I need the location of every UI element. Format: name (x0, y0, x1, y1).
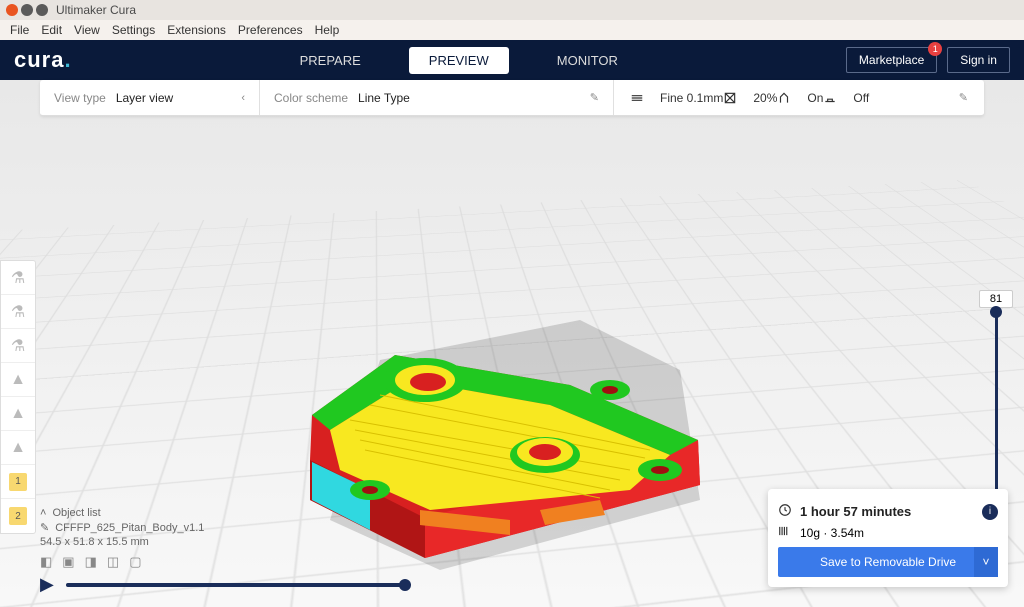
tool-flask-2-icon[interactable]: ⚗ (1, 295, 35, 329)
object-dimensions: 54.5 x 51.8 x 15.5 mm (40, 536, 744, 548)
simulation-timeline[interactable] (66, 583, 406, 587)
close-window-button[interactable] (6, 4, 18, 16)
window-title: Ultimaker Cura (56, 3, 136, 17)
infill-icon (723, 91, 737, 105)
view-solid-icon[interactable]: ◧ (40, 554, 52, 570)
info-icon[interactable]: i (982, 504, 998, 520)
menu-settings[interactable]: Settings (112, 23, 155, 37)
menu-view[interactable]: View (74, 23, 100, 37)
tab-preview[interactable]: PREVIEW (409, 47, 509, 74)
object-list-item[interactable]: ✎ CFFFP_625_Pitan_Body_v1.1 (40, 521, 744, 534)
bottom-bar: ˄ Object list ✎ CFFFP_625_Pitan_Body_v1.… (40, 505, 744, 595)
layer-slider-top-handle[interactable] (990, 306, 1002, 318)
minimize-window-button[interactable] (21, 4, 33, 16)
preview-toolbar: View type Layer view ‹ Color scheme Line… (40, 80, 984, 116)
left-tool-dock: ⚗ ⚗ ⚗ ▲ ▲ ▲ 1 2 (0, 260, 36, 534)
menu-help[interactable]: Help (315, 23, 340, 37)
adhesion-icon (823, 91, 837, 105)
layers-icon (630, 91, 644, 105)
pencil-icon: ✎ (40, 521, 49, 534)
warning-badge-2[interactable]: 2 (1, 499, 35, 533)
view-left-icon[interactable]: ◫ (107, 554, 119, 570)
support-icon (777, 91, 791, 105)
play-simulation-button[interactable]: ▶ (40, 574, 54, 595)
menu-preferences[interactable]: Preferences (238, 23, 303, 37)
colorscheme-dropdown[interactable]: Color scheme Line Type ✎ (260, 80, 614, 115)
print-summary-panel: 1 hour 57 minutes i 10g · 3.54m Save to … (768, 489, 1008, 587)
cura-logo: cura. (14, 47, 72, 73)
save-dropdown-chevron-icon[interactable]: ˅ (974, 547, 998, 577)
pencil-icon: ✎ (590, 91, 599, 104)
tab-prepare[interactable]: PREPARE (280, 47, 381, 74)
tool-model-1-icon[interactable]: ▲ (1, 363, 35, 397)
print-settings-summary[interactable]: Fine 0.1mm 20% On Off ✎ (614, 80, 984, 115)
tab-monitor[interactable]: MONITOR (537, 47, 638, 74)
pencil-icon: ✎ (959, 91, 968, 104)
view-top-icon[interactable]: ◨ (85, 554, 97, 570)
menu-edit[interactable]: Edit (41, 23, 62, 37)
object-list-toggle[interactable]: ˄ Object list (40, 507, 744, 519)
application-menubar: File Edit View Settings Extensions Prefe… (0, 20, 1024, 40)
menu-extensions[interactable]: Extensions (167, 23, 226, 37)
save-to-drive-button[interactable]: Save to Removable Drive ˅ (778, 547, 998, 577)
material-amount: 10g · 3.54m (800, 526, 864, 540)
material-icon (778, 524, 792, 541)
tool-flask-3-icon[interactable]: ⚗ (1, 329, 35, 363)
view-right-icon[interactable]: ▢ (129, 554, 141, 570)
view-front-icon[interactable]: ▣ (62, 554, 74, 570)
clock-icon (778, 503, 792, 520)
marketplace-badge: 1 (928, 42, 942, 56)
chevron-up-icon: ˄ (40, 507, 46, 519)
warning-badge-1[interactable]: 1 (1, 465, 35, 499)
viewport-3d[interactable]: ⚗ ⚗ ⚗ ▲ ▲ ▲ 1 2 81 ˄ Object list ✎ CFFFP… (0, 80, 1024, 607)
signin-button[interactable]: Sign in (947, 47, 1010, 73)
maximize-window-button[interactable] (36, 4, 48, 16)
chevron-left-icon: ‹ (241, 92, 245, 104)
tool-model-2-icon[interactable]: ▲ (1, 397, 35, 431)
window-titlebar: Ultimaker Cura (0, 0, 1024, 20)
marketplace-button[interactable]: Marketplace 1 (846, 47, 937, 73)
menu-file[interactable]: File (10, 23, 29, 37)
tool-model-3-icon[interactable]: ▲ (1, 431, 35, 465)
top-navigation-bar: cura. PREPARE PREVIEW MONITOR Marketplac… (0, 40, 1024, 80)
print-time: 1 hour 57 minutes (800, 504, 911, 519)
viewtype-dropdown[interactable]: View type Layer view ‹ (40, 80, 260, 115)
tool-flask-1-icon[interactable]: ⚗ (1, 261, 35, 295)
